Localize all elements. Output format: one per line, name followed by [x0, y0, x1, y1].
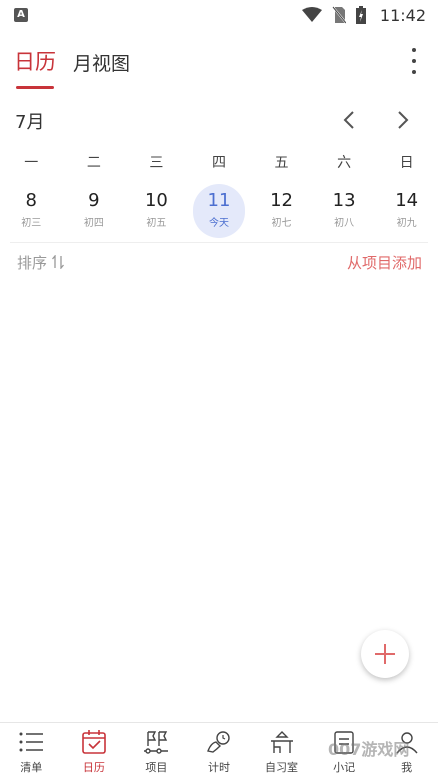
status-time: 11:42: [379, 6, 426, 25]
tab-month-view[interactable]: 月视图: [73, 49, 130, 76]
lunar-date: 初九: [396, 218, 417, 229]
day-cell[interactable]: 13 初八: [313, 184, 376, 240]
project-flags-icon: [144, 731, 169, 754]
nav-item-list[interactable]: 清单: [0, 723, 63, 780]
month-label: 7月: [15, 112, 45, 133]
tab-calendar[interactable]: 日历: [14, 46, 56, 76]
more-options-button[interactable]: [406, 48, 422, 74]
nav-item-project[interactable]: 项目: [125, 723, 188, 780]
weekday-label: 四: [211, 155, 226, 171]
day-cell-today[interactable]: 11 今天: [188, 184, 251, 240]
view-tabs: 日历 月视图: [0, 40, 438, 92]
weekday-label: 一: [24, 155, 39, 171]
lunar-date: 初七: [271, 218, 292, 229]
previous-week-button[interactable]: [338, 108, 362, 132]
day-cell[interactable]: 8 初三: [0, 184, 63, 240]
day-number: 11: [207, 190, 231, 211]
weekday-label: 六: [337, 155, 352, 171]
weekday-label: 五: [274, 155, 289, 171]
weekday-header: 一 二 三 四 五 六 日: [0, 152, 438, 172]
weekday-label: 日: [399, 155, 414, 171]
sort-arrows-icon: [51, 254, 64, 270]
day-number: 9: [88, 190, 100, 211]
day-number: 10: [144, 190, 168, 211]
lunar-date: 初三: [21, 218, 42, 229]
no-sim-icon: [332, 6, 346, 24]
lunar-date: 初五: [146, 218, 167, 229]
today-label: 今天: [208, 218, 229, 229]
day-cell[interactable]: 12 初七: [250, 184, 313, 240]
nav-item-calendar[interactable]: 日历: [63, 723, 126, 780]
nav-label: 自习室: [265, 761, 299, 774]
list-toolbar: 排序 从项目添加: [0, 252, 438, 274]
calendar-icon: [82, 730, 106, 754]
weekday-label: 二: [86, 155, 101, 171]
wifi-icon: [302, 7, 322, 22]
divider: [10, 242, 428, 243]
add-task-button[interactable]: [361, 630, 409, 678]
week-days-strip: 8 初三 9 初四 10 初五 11 今天 12 初七 13 初八 14 初九: [0, 184, 438, 240]
nav-label: 小记: [333, 761, 356, 774]
more-dot-icon: [412, 48, 416, 52]
list-icon: [19, 732, 44, 752]
day-cell[interactable]: 9 初四: [63, 184, 126, 240]
weekday-label: 三: [149, 155, 164, 171]
battery-icon: [356, 6, 366, 24]
active-tab-indicator: [16, 86, 54, 89]
status-bar: A 11:42: [0, 0, 438, 32]
app-notification-icon: A: [14, 8, 28, 22]
month-header: 7月: [0, 106, 438, 136]
more-dot-icon: [412, 70, 416, 74]
add-from-project-link[interactable]: 从项目添加: [347, 252, 422, 273]
day-cell[interactable]: 14 初九: [375, 184, 438, 240]
next-week-button[interactable]: [390, 108, 414, 132]
nav-item-timer[interactable]: 计时: [188, 723, 251, 780]
study-room-icon: [270, 731, 293, 753]
nav-label: 计时: [207, 761, 230, 774]
more-dot-icon: [412, 59, 416, 63]
sort-button[interactable]: 排序: [17, 252, 64, 273]
day-number: 12: [270, 190, 293, 211]
watermark: 007游戏网: [328, 740, 410, 759]
nav-label: 清单: [20, 761, 43, 774]
lunar-date: 初八: [334, 218, 355, 229]
sort-label: 排序: [17, 254, 48, 272]
day-number: 14: [395, 190, 419, 211]
day-cell[interactable]: 10 初五: [125, 184, 188, 240]
day-number: 13: [332, 190, 356, 211]
nav-label: 项目: [145, 761, 168, 774]
nav-item-study-room[interactable]: 自习室: [250, 723, 313, 780]
day-number: 8: [25, 190, 37, 211]
timer-hand-icon: [207, 731, 230, 753]
nav-label: 我: [401, 761, 413, 774]
nav-label: 日历: [82, 761, 105, 774]
plus-icon: [375, 644, 395, 664]
lunar-date: 初四: [83, 218, 104, 229]
